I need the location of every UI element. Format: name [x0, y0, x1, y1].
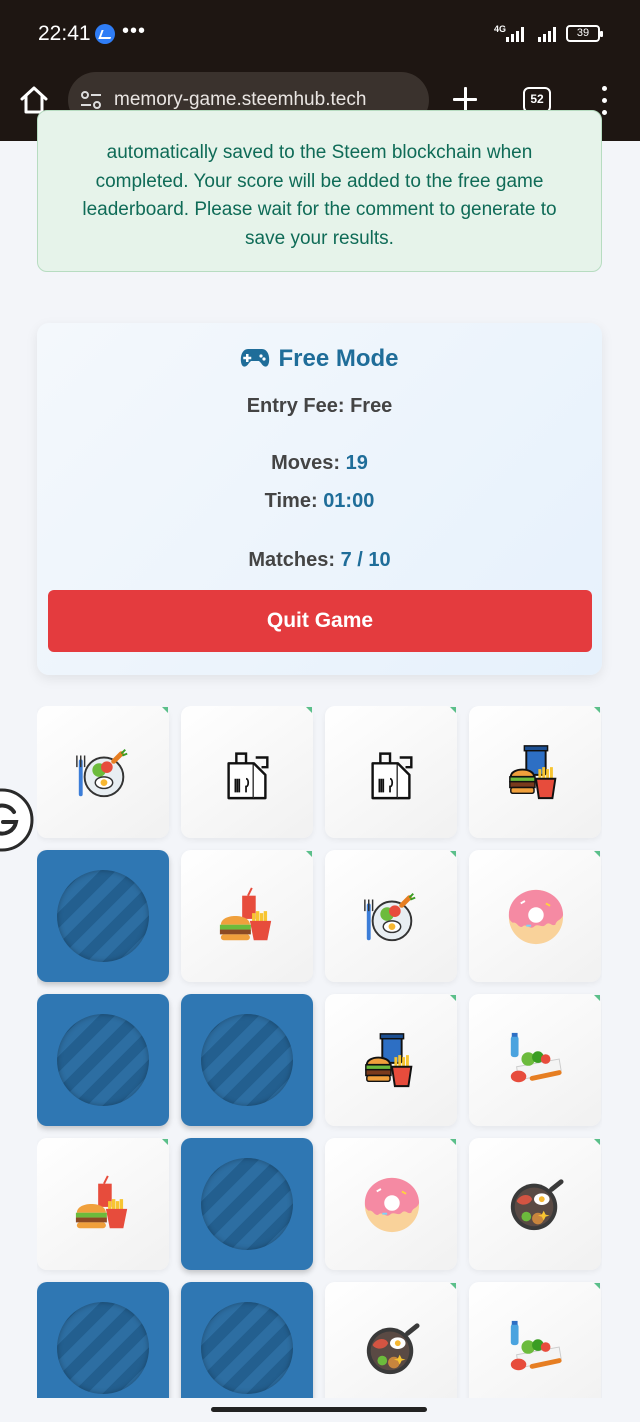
salad-plate-icon — [364, 893, 416, 942]
matches-label: Matches: — [248, 549, 336, 571]
mode-title: Free Mode — [37, 345, 602, 373]
memory-card-matched[interactable] — [181, 850, 313, 982]
mode-title-text: Free Mode — [278, 345, 399, 372]
memory-card-matched[interactable] — [325, 994, 457, 1126]
breakfast-pan-icon — [366, 1323, 420, 1375]
fast-food-meal-icon — [219, 887, 272, 941]
takeaway-bag-icon — [227, 752, 269, 800]
memory-card-matched[interactable] — [325, 706, 457, 838]
more-notifications-icon: ••• — [122, 20, 147, 42]
moves-stat: Moves: 19 — [37, 452, 602, 475]
memory-card-matched[interactable] — [325, 1138, 457, 1270]
memory-card-grid — [37, 706, 602, 1398]
card-back-pattern — [201, 1014, 293, 1106]
entry-fee-label: Entry Fee: — [246, 395, 345, 417]
time-label: Time: — [264, 490, 318, 512]
entry-fee: Entry Fee: Free — [37, 395, 602, 418]
memory-card-matched[interactable] — [325, 1282, 457, 1398]
matches-stat: Matches: 7 / 10 — [37, 549, 602, 572]
card-back-pattern — [57, 1302, 149, 1394]
takeaway-bag-icon — [371, 752, 413, 800]
breakfast-pan-icon — [510, 1179, 564, 1231]
network-type: 4G — [494, 24, 507, 34]
status-time: 22:41 — [38, 22, 91, 45]
memory-card-matched[interactable] — [469, 1282, 601, 1398]
save-notice-text: automatically saved to the Steem blockch… — [82, 142, 557, 249]
memory-card-facedown[interactable] — [181, 1282, 313, 1398]
site-settings-icon[interactable] — [80, 89, 102, 111]
floating-assistant-icon[interactable] — [0, 788, 34, 852]
memory-card-facedown[interactable] — [181, 1138, 313, 1270]
entry-fee-value: Free — [350, 395, 393, 417]
moves-label: Moves: — [271, 452, 341, 474]
donut-icon — [508, 889, 564, 945]
moves-value: 19 — [345, 452, 368, 474]
battery-icon: 39 — [566, 25, 603, 42]
memory-card-matched[interactable] — [181, 706, 313, 838]
memory-card-facedown[interactable] — [37, 850, 169, 982]
memory-card-matched[interactable] — [325, 850, 457, 982]
gamepad-icon — [241, 349, 270, 367]
donut-icon — [364, 1177, 420, 1233]
messenger-icon — [95, 24, 115, 44]
matches-value: 7 / 10 — [340, 549, 391, 571]
memory-card-facedown[interactable] — [37, 1282, 169, 1398]
memory-card-matched[interactable] — [469, 850, 601, 982]
card-back-pattern — [201, 1158, 293, 1250]
healthy-food-icon — [510, 1320, 562, 1371]
memory-card-matched[interactable] — [37, 706, 169, 838]
burger-combo-icon — [365, 1033, 413, 1088]
save-notice: automatically saved to the Steem blockch… — [37, 110, 602, 272]
signal-icon-2 — [538, 26, 556, 42]
quit-game-button[interactable]: Quit Game — [48, 590, 592, 652]
memory-card-matched[interactable] — [469, 994, 601, 1126]
salad-plate-icon — [76, 749, 128, 798]
burger-combo-icon — [509, 745, 557, 800]
home-indicator — [211, 1407, 427, 1412]
time-stat: Time: 01:00 — [37, 490, 602, 513]
overflow-menu-icon[interactable] — [597, 86, 611, 116]
signal-icon — [506, 26, 524, 42]
status-bar: 22:41 ••• 4G 39 — [0, 0, 640, 68]
memory-card-matched[interactable] — [469, 1138, 601, 1270]
memory-card-matched[interactable] — [469, 706, 601, 838]
url-text[interactable]: memory-game.steemhub.tech — [114, 89, 366, 111]
card-back-pattern — [57, 1014, 149, 1106]
card-back-pattern — [57, 870, 149, 962]
card-back-pattern — [201, 1302, 293, 1394]
time-value: 01:00 — [323, 490, 375, 512]
healthy-food-icon — [510, 1032, 562, 1083]
game-info-card: Free Mode Entry Fee: Free Moves: 19 Time… — [37, 323, 602, 675]
memory-card-facedown[interactable] — [181, 994, 313, 1126]
memory-card-facedown[interactable] — [37, 994, 169, 1126]
fast-food-meal-icon — [75, 1175, 128, 1229]
memory-card-matched[interactable] — [37, 1138, 169, 1270]
